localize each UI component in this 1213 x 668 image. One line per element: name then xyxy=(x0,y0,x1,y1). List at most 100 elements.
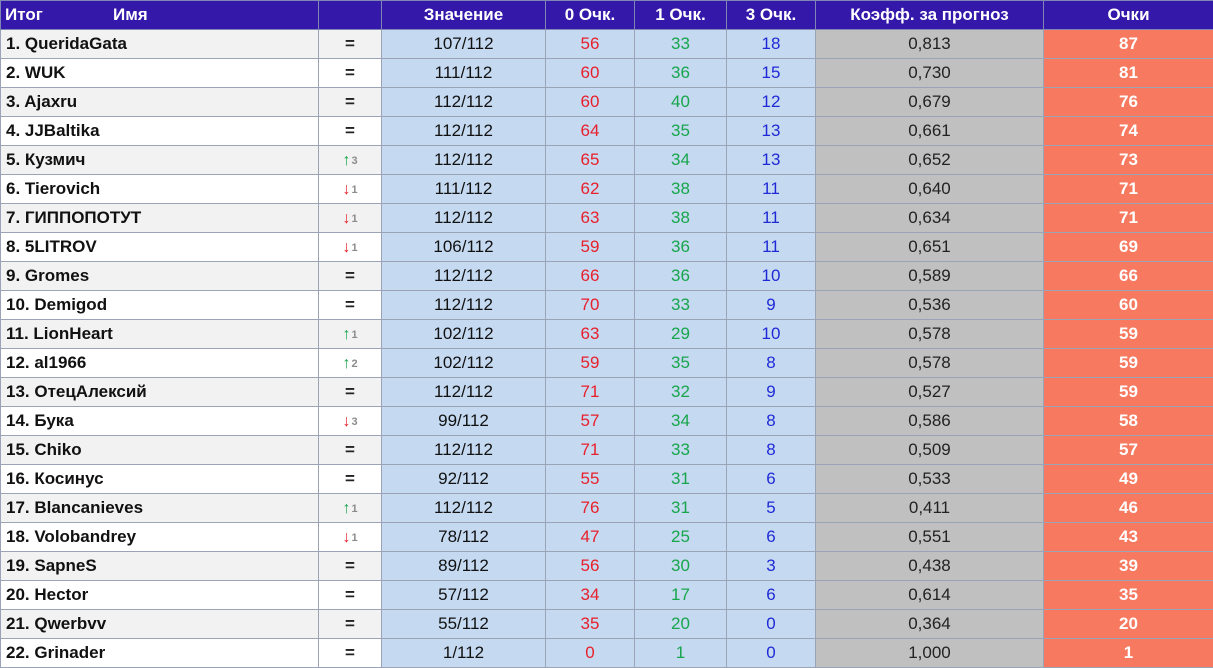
zero-points-count: 71 xyxy=(546,378,635,407)
player-name: 19. SapneS xyxy=(1,552,319,581)
prediction-coefficient: 0,730 xyxy=(816,59,1044,88)
rank-change: ↑3 xyxy=(319,146,382,175)
rank-change: = xyxy=(319,30,382,59)
arrow-up-icon: ↑ xyxy=(342,326,350,343)
prediction-coefficient: 0,578 xyxy=(816,349,1044,378)
predictions-value: 107/112 xyxy=(382,30,546,59)
rank-change: = xyxy=(319,465,382,494)
predictions-value: 112/112 xyxy=(382,262,546,291)
one-point-count: 34 xyxy=(635,407,727,436)
total-points: 60 xyxy=(1044,291,1213,320)
zero-points-count: 59 xyxy=(546,349,635,378)
one-point-count: 32 xyxy=(635,378,727,407)
player-name: 2. WUK xyxy=(1,59,319,88)
zero-points-count: 66 xyxy=(546,262,635,291)
zero-points-count: 56 xyxy=(546,552,635,581)
player-name: 17. Blancanieves xyxy=(1,494,319,523)
rank-change: ↓1 xyxy=(319,233,382,262)
one-point-count: 33 xyxy=(635,436,727,465)
predictions-value: 99/112 xyxy=(382,407,546,436)
total-points: 81 xyxy=(1044,59,1213,88)
rank-change: ↓1 xyxy=(319,204,382,233)
zero-points-count: 64 xyxy=(546,117,635,146)
total-points: 59 xyxy=(1044,320,1213,349)
zero-points-count: 76 xyxy=(546,494,635,523)
standings-body: 1. QueridaGata=107/1125633180,813872. WU… xyxy=(1,30,1213,668)
arrow-down-icon: ↓ xyxy=(342,239,350,256)
header-itog: Итог xyxy=(1,5,113,25)
rank-change: ↓1 xyxy=(319,175,382,204)
arrow-up-icon: ↑ xyxy=(342,152,350,169)
three-points-count: 13 xyxy=(727,146,816,175)
prediction-coefficient: 0,438 xyxy=(816,552,1044,581)
player-name: 16. Косинус xyxy=(1,465,319,494)
rank-change: ↑1 xyxy=(319,320,382,349)
player-name: 6. Tierovich xyxy=(1,175,319,204)
no-change-icon: = xyxy=(345,469,355,488)
header-three-points: 3 Очк. xyxy=(727,1,816,30)
table-row: 13. ОтецАлексий=112/112713290,52759 xyxy=(1,378,1213,407)
header-itog-name: Итог Имя xyxy=(1,1,319,30)
three-points-count: 13 xyxy=(727,117,816,146)
total-points: 1 xyxy=(1044,639,1213,668)
one-point-count: 33 xyxy=(635,30,727,59)
table-row: 12. al1966↑2102/112593580,57859 xyxy=(1,349,1213,378)
rank-change: = xyxy=(319,262,382,291)
total-points: 43 xyxy=(1044,523,1213,552)
table-row: 3. Ajaxru=112/1126040120,67976 xyxy=(1,88,1213,117)
total-points: 76 xyxy=(1044,88,1213,117)
table-row: 6. Tierovich↓1111/1126238110,64071 xyxy=(1,175,1213,204)
prediction-coefficient: 0,509 xyxy=(816,436,1044,465)
player-name: 12. al1966 xyxy=(1,349,319,378)
no-change-icon: = xyxy=(345,121,355,140)
player-name: 15. Chiko xyxy=(1,436,319,465)
one-point-count: 36 xyxy=(635,233,727,262)
total-points: 73 xyxy=(1044,146,1213,175)
arrow-down-icon: ↓ xyxy=(342,413,350,430)
predictions-value: 92/112 xyxy=(382,465,546,494)
prediction-coefficient: 0,679 xyxy=(816,88,1044,117)
arrow-up-icon: ↑ xyxy=(342,500,350,517)
player-name: 11. LionHeart xyxy=(1,320,319,349)
one-point-count: 36 xyxy=(635,262,727,291)
prediction-coefficient: 0,533 xyxy=(816,465,1044,494)
zero-points-count: 57 xyxy=(546,407,635,436)
rank-change: = xyxy=(319,610,382,639)
predictions-value: 112/112 xyxy=(382,378,546,407)
three-points-count: 8 xyxy=(727,349,816,378)
rank-change: = xyxy=(319,117,382,146)
arrow-down-icon: ↓ xyxy=(342,529,350,546)
table-row: 21. Qwerbvv=55/112352000,36420 xyxy=(1,610,1213,639)
no-change-icon: = xyxy=(345,34,355,53)
arrow-down-icon: ↓ xyxy=(342,181,350,198)
rank-change: = xyxy=(319,291,382,320)
prediction-coefficient: 0,364 xyxy=(816,610,1044,639)
table-row: 22. Grinader=1/1120101,0001 xyxy=(1,639,1213,668)
one-point-count: 31 xyxy=(635,465,727,494)
rank-change: = xyxy=(319,552,382,581)
player-name: 18. Volobandrey xyxy=(1,523,319,552)
prediction-coefficient: 0,411 xyxy=(816,494,1044,523)
total-points: 46 xyxy=(1044,494,1213,523)
zero-points-count: 56 xyxy=(546,30,635,59)
table-row: 7. ГИППОПОТУТ↓1112/1126338110,63471 xyxy=(1,204,1213,233)
prediction-coefficient: 0,536 xyxy=(816,291,1044,320)
one-point-count: 35 xyxy=(635,117,727,146)
header-name: Имя xyxy=(113,5,148,25)
header-zero-points: 0 Очк. xyxy=(546,1,635,30)
three-points-count: 5 xyxy=(727,494,816,523)
three-points-count: 6 xyxy=(727,523,816,552)
one-point-count: 36 xyxy=(635,59,727,88)
predictions-value: 102/112 xyxy=(382,349,546,378)
rank-change: = xyxy=(319,581,382,610)
no-change-icon: = xyxy=(345,382,355,401)
player-name: 1. QueridaGata xyxy=(1,30,319,59)
player-name: 10. Demigod xyxy=(1,291,319,320)
three-points-count: 0 xyxy=(727,639,816,668)
rank-delta: 1 xyxy=(351,532,357,544)
one-point-count: 34 xyxy=(635,146,727,175)
arrow-up-icon: ↑ xyxy=(342,355,350,372)
zero-points-count: 63 xyxy=(546,204,635,233)
three-points-count: 18 xyxy=(727,30,816,59)
table-row: 8. 5LITROV↓1106/1125936110,65169 xyxy=(1,233,1213,262)
